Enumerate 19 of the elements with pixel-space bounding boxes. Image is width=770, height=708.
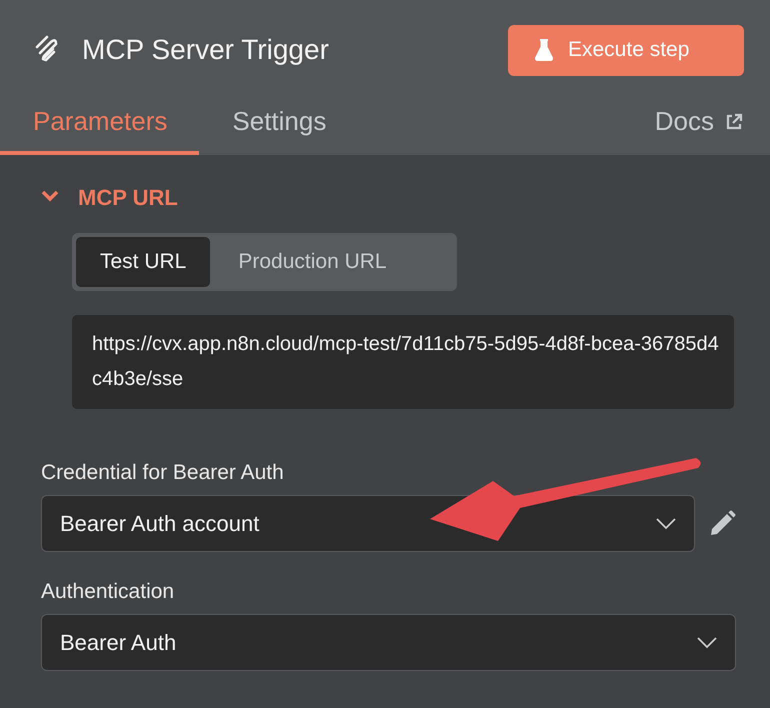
node-title: MCP Server Trigger	[82, 34, 329, 66]
chevron-down-icon	[697, 636, 717, 648]
chevron-icon[interactable]	[41, 190, 59, 202]
field-label: Authentication	[41, 580, 176, 604]
url-text-box: https://cvx.app.n8n.cloud/mcp-test/7d11cb75-5d95-4d8f-bcea-36785d4c4b3e/sse	[72, 315, 734, 409]
section-title[interactable]: MCP URL	[78, 185, 178, 211]
tab[interactable]: Parameters	[0, 106, 200, 155]
chevron-down-icon	[656, 518, 676, 530]
dropdown-field[interactable]: Bearer Auth account	[41, 495, 695, 552]
field-label: Credential for Bearer Auth	[41, 461, 285, 485]
external-link-icon	[724, 112, 744, 132]
tab[interactable]: Settings	[232, 106, 326, 155]
docs-link[interactable]: Docs	[654, 106, 770, 155]
dropdown-field[interactable]: Bearer Auth	[41, 614, 736, 671]
url-mode-option[interactable]: Test URL	[76, 237, 210, 287]
pencil-icon[interactable]	[708, 510, 736, 538]
flask-icon	[534, 39, 554, 61]
execute-step-button[interactable]: Execute step	[508, 24, 744, 76]
url-mode-option[interactable]: Production URL	[214, 237, 411, 287]
